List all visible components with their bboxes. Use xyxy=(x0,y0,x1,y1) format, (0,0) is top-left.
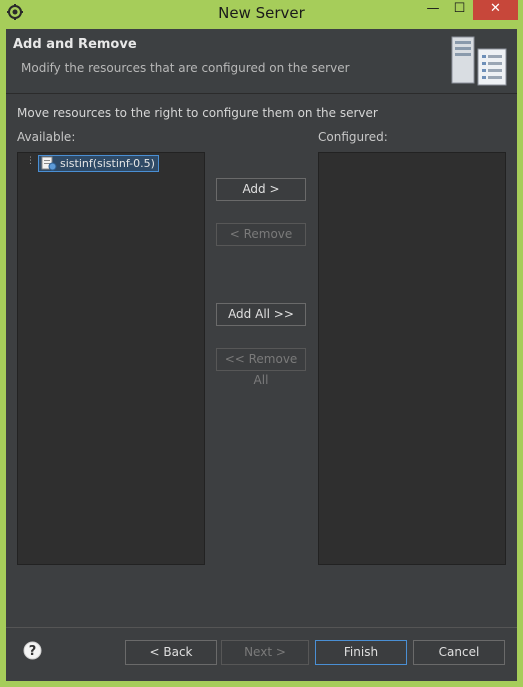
next-button[interactable]: Next > xyxy=(221,640,309,665)
remove-all-button-label: << Remove All xyxy=(224,352,298,387)
finish-button[interactable]: Finish xyxy=(315,640,407,665)
minimize-button[interactable]: — xyxy=(420,0,446,20)
instruction-text: Move resources to the right to configure… xyxy=(17,106,378,120)
configured-label: Configured: xyxy=(318,130,388,144)
remove-all-button[interactable]: << Remove All xyxy=(216,348,306,387)
back-button[interactable]: < Back xyxy=(125,640,217,665)
new-server-window: New Server — ☐ ✕ Add and Remove Modify t… xyxy=(0,0,523,687)
maximize-button[interactable]: ☐ xyxy=(446,0,473,20)
banner-description: Modify the resources that are configured… xyxy=(21,61,350,75)
cancel-button[interactable]: Cancel xyxy=(413,640,505,665)
available-label: Available: xyxy=(17,130,76,144)
title-bar[interactable]: New Server — ☐ ✕ xyxy=(0,0,523,27)
item-label: sistinf(sistinf-0.5) xyxy=(60,157,155,170)
close-button[interactable]: ✕ xyxy=(473,0,518,20)
remove-button[interactable]: < Remove xyxy=(216,223,306,246)
server-icon xyxy=(451,36,507,86)
add-all-button-label: Add All >> xyxy=(228,307,294,321)
selected-item[interactable]: sistinf(sistinf-0.5) xyxy=(38,155,159,172)
add-button[interactable]: Add > xyxy=(216,178,306,201)
banner-title: Add and Remove xyxy=(13,37,137,52)
finish-button-label: Finish xyxy=(343,645,379,659)
configured-list[interactable] xyxy=(318,152,506,565)
add-button-label: Add > xyxy=(242,182,280,196)
add-all-button[interactable]: Add All >> xyxy=(216,303,306,326)
tree-connector: ⋮ xyxy=(26,156,35,166)
wizard-banner: Add and Remove Modify the resources that… xyxy=(6,29,517,94)
next-button-label: Next > xyxy=(244,645,286,659)
footer-divider xyxy=(6,627,517,628)
available-list[interactable]: ⋮ sistinf(sistinf-0.5) xyxy=(17,152,205,565)
cancel-button-label: Cancel xyxy=(438,645,480,659)
svg-text:?: ? xyxy=(29,644,37,659)
dialog-body: Add and Remove Modify the resources that… xyxy=(6,29,517,681)
help-icon[interactable]: ? xyxy=(23,641,42,660)
remove-button-label: < Remove xyxy=(229,227,293,241)
back-button-label: < Back xyxy=(149,645,193,659)
web-module-icon xyxy=(41,156,57,171)
